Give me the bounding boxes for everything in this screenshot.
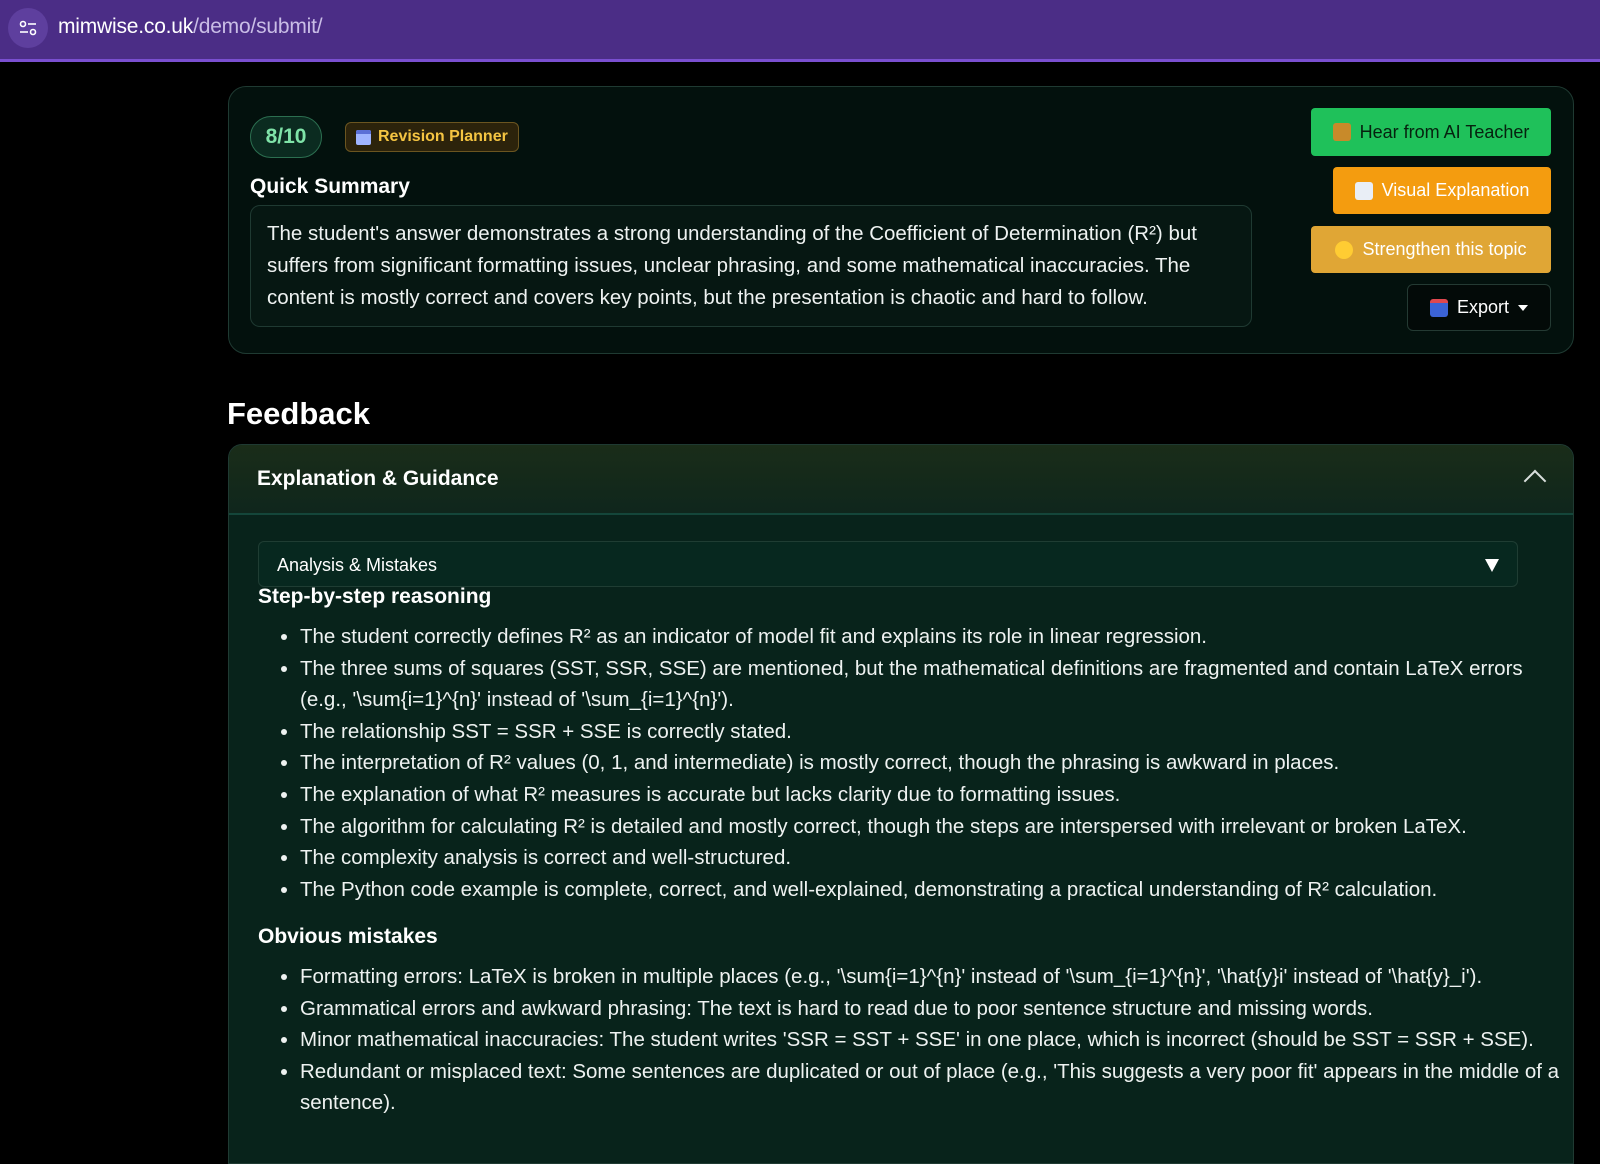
summary-card: 8/10 Revision Planner Quick Summary The … <box>228 86 1574 354</box>
score-badge: 8/10 <box>250 116 322 158</box>
revision-planner-label: Revision Planner <box>378 128 508 145</box>
list-item: The three sums of squares (SST, SSR, SSE… <box>300 653 1570 716</box>
list-item: The complexity analysis is correct and w… <box>300 842 1570 874</box>
url-host: mimwise.co.uk <box>58 15 194 38</box>
url-path: /demo/submit/ <box>193 15 323 38</box>
list-item: Formatting errors: LaTeX is broken in mu… <box>300 961 1570 993</box>
revision-planner-button[interactable]: Revision Planner <box>345 122 519 152</box>
list-item: Minor mathematical inaccuracies: The stu… <box>300 1024 1570 1056</box>
chevron-up-icon[interactable] <box>1523 469 1547 493</box>
analysis-select-value: Analysis & Mistakes <box>277 555 438 575</box>
mistakes-title: Obvious mistakes <box>258 925 438 948</box>
feedback-heading: Feedback <box>227 396 371 431</box>
dropdown-triangle-icon <box>1485 559 1499 572</box>
list-item: The Python code example is complete, cor… <box>300 874 1570 906</box>
flexed-arm-icon <box>1335 240 1354 259</box>
visual-explanation-button[interactable]: Visual Explanation <box>1333 167 1551 214</box>
list-item: Redundant or misplaced text: Some senten… <box>300 1056 1570 1119</box>
list-item: The interpretation of R² values (0, 1, a… <box>300 747 1570 779</box>
reasoning-list: The student correctly defines R² as an i… <box>258 621 1570 905</box>
analysis-select[interactable]: Analysis & Mistakes <box>258 541 1518 587</box>
visual-explanation-label: Visual Explanation <box>1381 180 1530 200</box>
feedback-panel: Explanation & Guidance Analysis & Mistak… <box>228 444 1574 1164</box>
explanation-accordion-header[interactable]: Explanation & Guidance <box>229 445 1573 515</box>
export-dropdown-button[interactable]: Export <box>1407 284 1551 331</box>
list-item: Grammatical errors and awkward phrasing:… <box>300 993 1570 1025</box>
quick-summary-title: Quick Summary <box>250 175 410 198</box>
strengthen-topic-label: Strengthen this topic <box>1362 239 1527 259</box>
hear-ai-teacher-label: Hear from AI Teacher <box>1359 121 1530 142</box>
list-item: The relationship SST = SSR + SSE is corr… <box>300 716 1570 748</box>
reasoning-title: Step-by-step reasoning <box>258 585 492 608</box>
list-item: The algorithm for calculating R² is deta… <box>300 811 1570 843</box>
list-item: The explanation of what R² measures is a… <box>300 779 1570 811</box>
mistakes-list: Formatting errors: LaTeX is broken in mu… <box>258 961 1570 1119</box>
teacher-icon <box>1332 123 1351 141</box>
list-item: The student correctly defines R² as an i… <box>300 621 1570 653</box>
explanation-accordion-title: Explanation & Guidance <box>257 467 499 490</box>
strengthen-topic-button[interactable]: Strengthen this topic <box>1311 226 1551 273</box>
site-info-icon[interactable] <box>8 8 48 48</box>
chevron-down-icon <box>1518 304 1529 311</box>
browser-address-bar: mimwise.co.uk/demo/submit/ <box>0 0 1600 62</box>
calendar-icon <box>356 129 371 145</box>
export-label: Export <box>1456 297 1510 317</box>
export-icon <box>1429 298 1448 317</box>
hear-ai-teacher-button[interactable]: Hear from AI Teacher <box>1311 108 1551 156</box>
url-field[interactable]: mimwise.co.uk/demo/submit/ <box>58 15 323 39</box>
quick-summary-text: The student's answer demonstrates a stro… <box>250 205 1252 327</box>
book-icon <box>1354 181 1373 200</box>
